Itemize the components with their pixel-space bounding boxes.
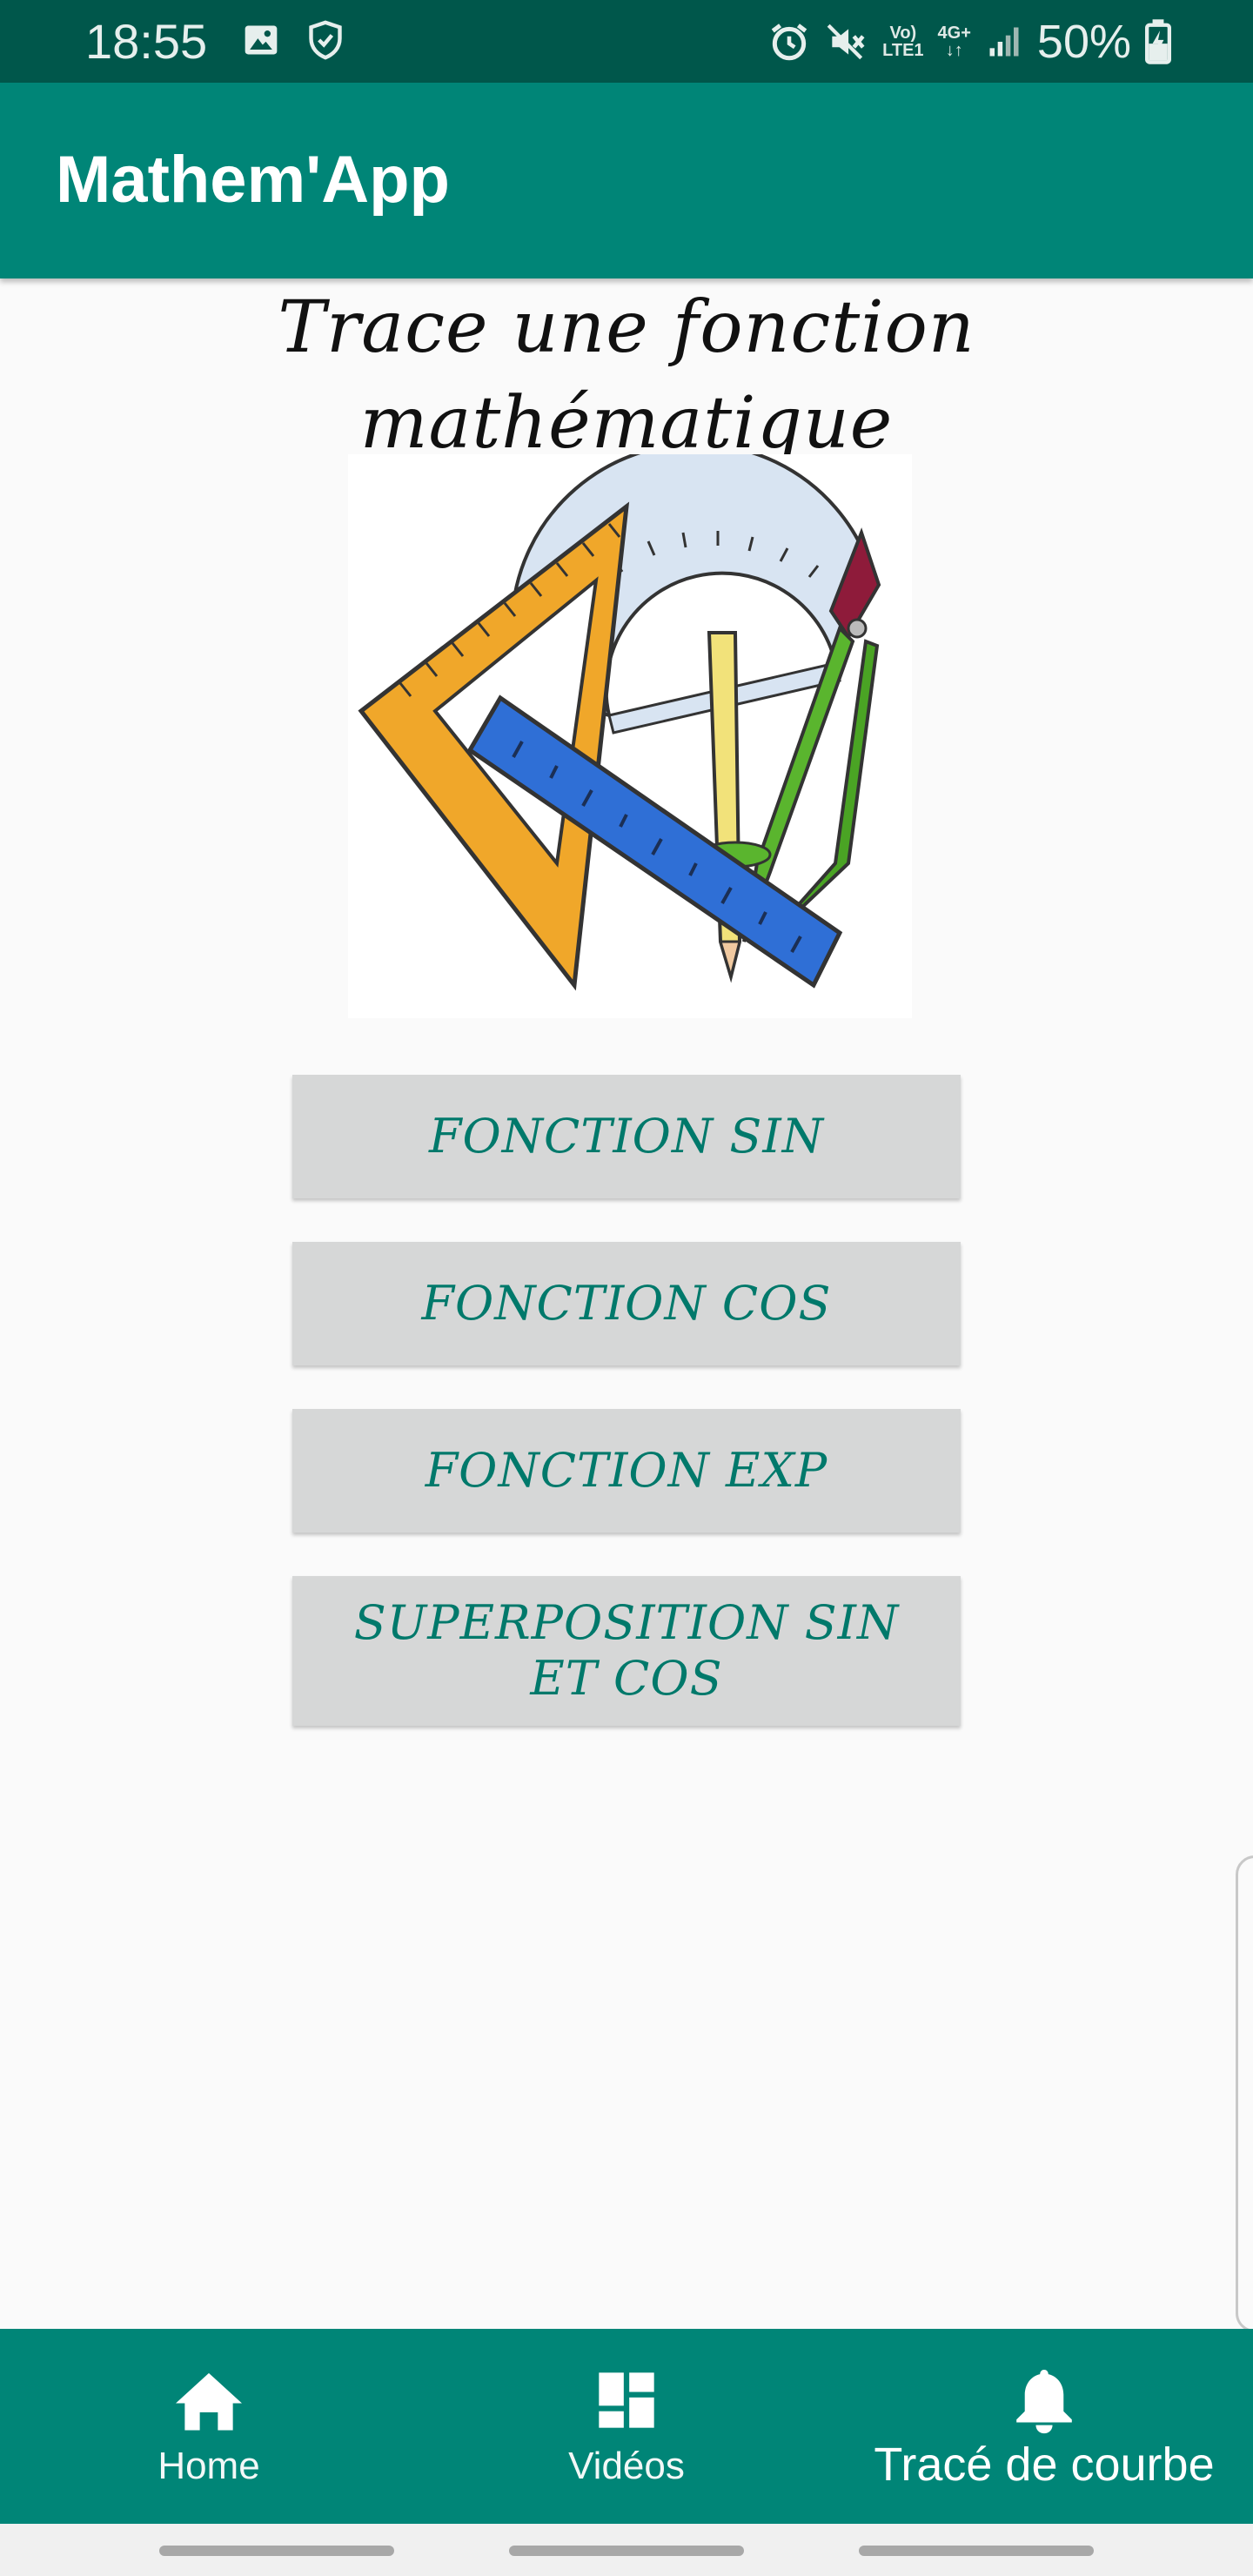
4g-icon: 4G+ ↓↑ <box>937 23 971 60</box>
alarm-icon <box>771 23 807 61</box>
volte-icon: Vo) LTE1 <box>882 23 924 60</box>
mute-icon <box>827 23 865 60</box>
nav-item-trace-de-courbe[interactable]: Tracé de courbe <box>835 2329 1253 2524</box>
nav-item-videos[interactable]: Vidéos <box>418 2329 835 2524</box>
app-bar: Mathem'App <box>0 83 1253 278</box>
fonction-exp-button[interactable]: FONCTION EXP <box>292 1409 961 1533</box>
battery-charging-icon <box>1145 19 1171 64</box>
nav-label-home: Home <box>157 2445 260 2487</box>
fonction-sin-button[interactable]: FONCTION SIN <box>292 1075 961 1198</box>
dashboard-icon <box>593 2364 660 2437</box>
superposition-sin-cos-button[interactable]: SUPERPOSITION SIN ET COS <box>292 1576 961 1726</box>
battery-percent: 50% <box>1036 16 1131 68</box>
status-bar: 18:55 Vo) LTE1 4G+ ↓↑ 50% <box>0 0 1253 83</box>
bottom-navigation: Home Vidéos Tracé de courbe <box>0 2329 1253 2524</box>
fonction-cos-button[interactable]: FONCTION COS <box>292 1242 961 1365</box>
nav-label-videos: Vidéos <box>568 2445 685 2487</box>
image-icon <box>245 25 278 55</box>
gesture-pill-left[interactable] <box>159 2546 394 2556</box>
geometry-tools-svg <box>358 442 881 991</box>
nav-item-home[interactable]: Home <box>0 2329 418 2524</box>
nav-label-trace-de-courbe: Tracé de courbe <box>874 2438 1215 2491</box>
shield-check-icon <box>309 20 342 60</box>
gesture-pill-center[interactable] <box>509 2546 744 2556</box>
geometry-tools-illustration <box>348 442 912 1018</box>
home-icon <box>172 2364 245 2437</box>
app-title: Mathem'App <box>56 143 450 217</box>
edge-panel-handle[interactable] <box>1236 1855 1253 2332</box>
gesture-pill-right[interactable] <box>859 2546 1094 2556</box>
status-right: Vo) LTE1 4G+ ↓↑ 50% <box>767 16 1171 68</box>
status-time: 18:55 <box>85 14 208 69</box>
status-left-icons <box>242 19 345 61</box>
page-heading: Trace une fonction mathématique <box>278 286 975 465</box>
signal-icon <box>989 27 1019 57</box>
system-gesture-bar <box>0 2524 1253 2576</box>
bell-icon <box>1014 2364 1075 2437</box>
